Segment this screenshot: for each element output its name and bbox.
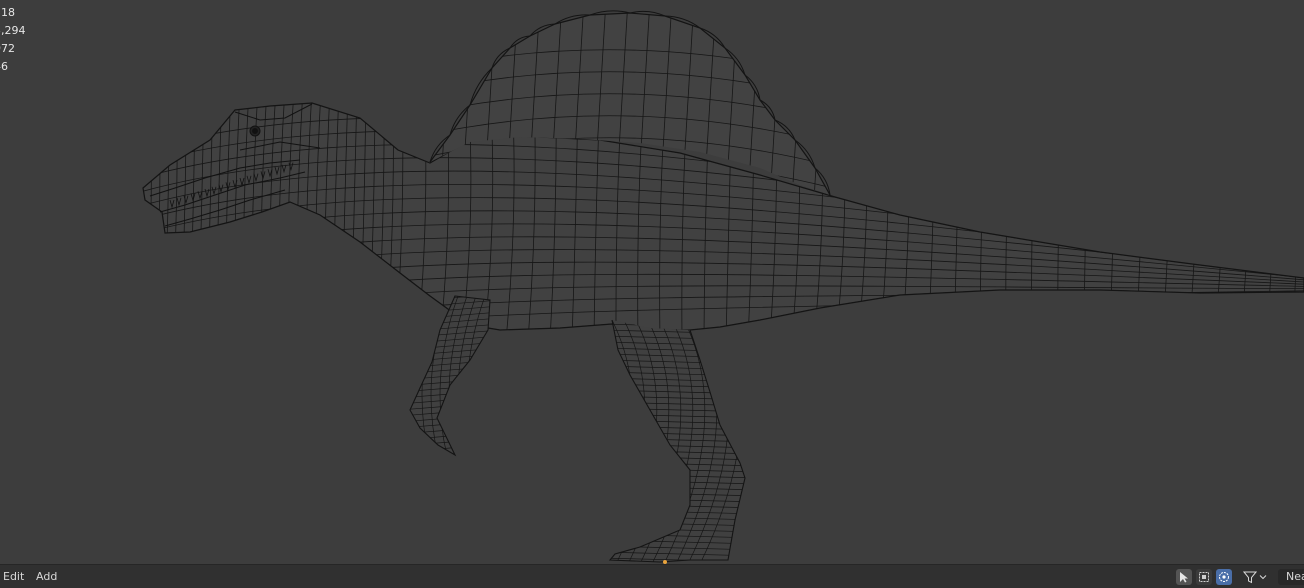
stat-edges: 972 [0,42,15,55]
scene-statistics: 518 3,294 972 46 [0,4,26,76]
3d-viewport[interactable]: 518 3,294 972 46 [0,0,1304,564]
edit-menu[interactable]: Edit [3,570,24,583]
add-menu[interactable]: Add [36,570,57,583]
uv-editor-header: Edit Add Nearest [0,564,1304,588]
chevron-down-icon [1259,575,1267,580]
box-select-icon[interactable] [1196,569,1212,585]
stat-faces: 46 [0,60,8,73]
snap-target-dropdown[interactable]: Nearest [1278,569,1304,585]
stat-objects: 518 [0,6,15,19]
stat-vertices: 3,294 [0,24,26,37]
circle-select-icon[interactable] [1216,569,1232,585]
spinosaurus-wireframe-model[interactable] [0,0,1304,564]
funnel-icon[interactable] [1240,569,1270,585]
cursor-arrow-icon[interactable] [1176,569,1192,585]
